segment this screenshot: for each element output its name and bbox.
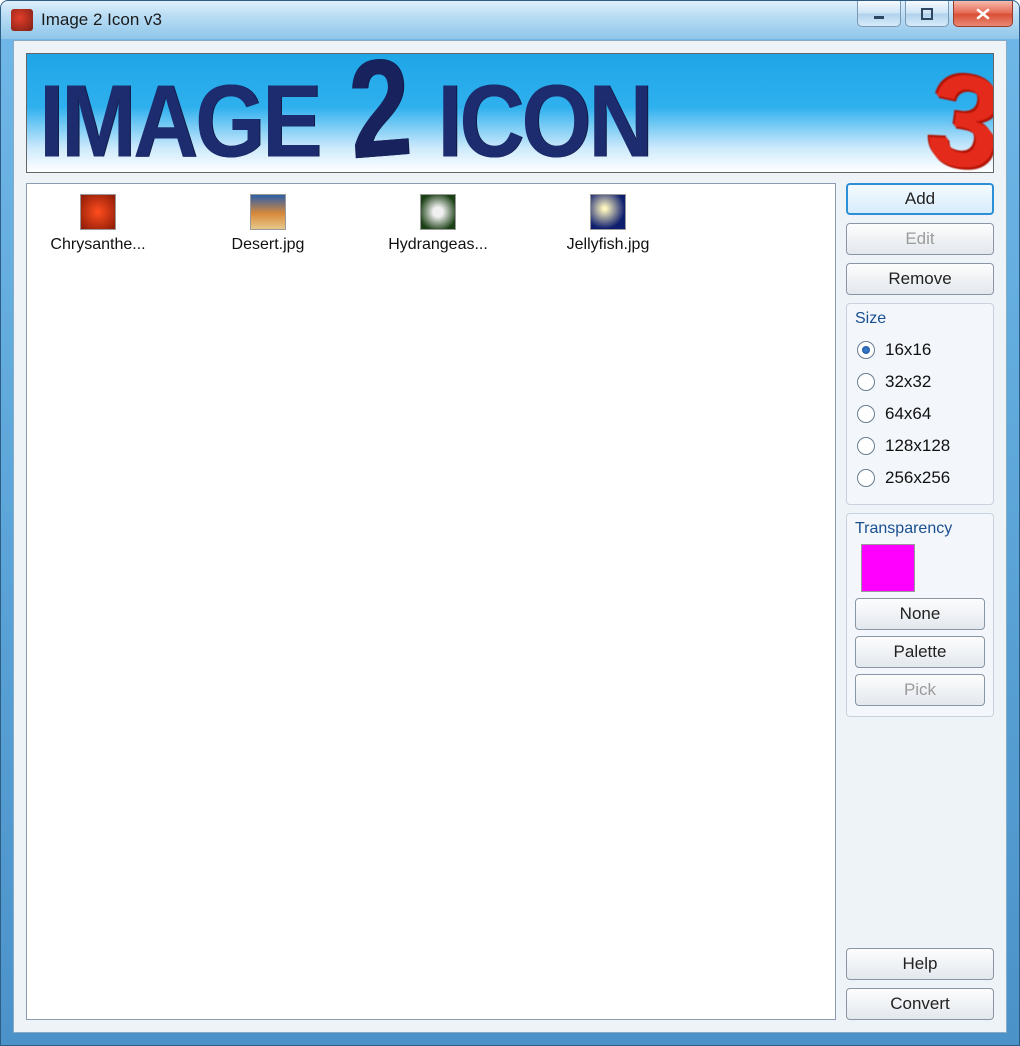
radio-label: 128x128 <box>885 436 950 456</box>
file-label: Desert.jpg <box>232 236 305 254</box>
banner-number-2: 2 <box>344 53 412 173</box>
maximize-button[interactable] <box>905 1 949 27</box>
size-legend: Size <box>855 310 985 328</box>
add-button[interactable]: Add <box>846 183 994 215</box>
help-button[interactable]: Help <box>846 948 994 980</box>
close-icon <box>975 7 991 21</box>
titlebar: Image 2 Icon v3 <box>1 1 1019 39</box>
banner: IMAGE 2 ICON 3 <box>26 53 994 173</box>
palette-button[interactable]: Palette <box>855 636 985 668</box>
size-option-32[interactable]: 32x32 <box>855 366 985 398</box>
radio-icon <box>857 437 875 455</box>
minimize-icon <box>872 7 886 21</box>
none-button[interactable]: None <box>855 598 985 630</box>
side-panel: Add Edit Remove Size 16x16 32x32 6 <box>846 183 994 1020</box>
file-label: Jellyfish.jpg <box>567 236 650 254</box>
size-option-256[interactable]: 256x256 <box>855 462 985 494</box>
convert-button[interactable]: Convert <box>846 988 994 1020</box>
edit-button[interactable]: Edit <box>846 223 994 255</box>
main-row: Chrysanthe... Desert.jpg Hydrangeas... J… <box>26 183 994 1020</box>
file-label: Chrysanthe... <box>50 236 145 254</box>
banner-word-icon: ICON <box>437 64 650 173</box>
app-icon <box>11 9 33 31</box>
maximize-icon <box>920 7 934 21</box>
close-button[interactable] <box>953 1 1013 27</box>
radio-icon <box>857 373 875 391</box>
radio-label: 256x256 <box>885 468 950 488</box>
window-controls <box>857 1 1013 27</box>
radio-icon <box>857 469 875 487</box>
thumbnail-row: Chrysanthe... Desert.jpg Hydrangeas... J… <box>43 194 819 254</box>
file-list[interactable]: Chrysanthe... Desert.jpg Hydrangeas... J… <box>26 183 836 1020</box>
app-window: Image 2 Icon v3 IMAGE 2 ICON 3 <box>0 0 1020 1046</box>
file-label: Hydrangeas... <box>388 236 488 254</box>
list-item[interactable]: Jellyfish.jpg <box>553 194 663 254</box>
remove-button[interactable]: Remove <box>846 263 994 295</box>
radio-icon <box>857 341 875 359</box>
radio-label: 16x16 <box>885 340 931 360</box>
pick-button[interactable]: Pick <box>855 674 985 706</box>
transparency-legend: Transparency <box>855 520 985 538</box>
size-option-16[interactable]: 16x16 <box>855 334 985 366</box>
radio-label: 32x32 <box>885 372 931 392</box>
size-option-64[interactable]: 64x64 <box>855 398 985 430</box>
radio-label: 64x64 <box>885 404 931 424</box>
list-item[interactable]: Desert.jpg <box>213 194 323 254</box>
transparency-group: Transparency None Palette Pick <box>846 513 994 717</box>
transparency-swatch <box>861 544 915 592</box>
thumbnail-icon <box>250 194 286 230</box>
thumbnail-icon <box>80 194 116 230</box>
window-title: Image 2 Icon v3 <box>41 10 162 30</box>
radio-icon <box>857 405 875 423</box>
banner-number-3: 3 <box>919 53 994 173</box>
size-option-128[interactable]: 128x128 <box>855 430 985 462</box>
list-item[interactable]: Chrysanthe... <box>43 194 153 254</box>
size-group: Size 16x16 32x32 64x64 <box>846 303 994 505</box>
minimize-button[interactable] <box>857 1 901 27</box>
thumbnail-icon <box>590 194 626 230</box>
client-area: IMAGE 2 ICON 3 Chrysanthe... Desert.jpg <box>13 40 1007 1033</box>
list-item[interactable]: Hydrangeas... <box>383 194 493 254</box>
thumbnail-icon <box>420 194 456 230</box>
banner-word-image: IMAGE <box>39 64 319 173</box>
